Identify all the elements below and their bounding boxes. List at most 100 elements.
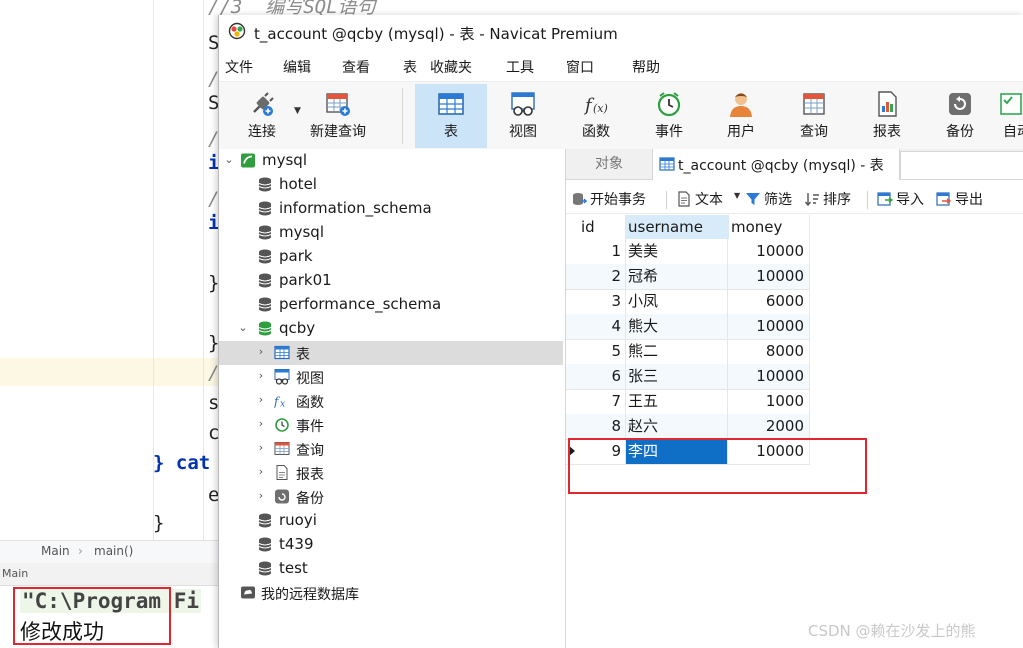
data-grid[interactable]: id username money 1 美美 10000 2 冠希 10000 3 小凤 600…	[566, 215, 1023, 648]
cell-money[interactable]: 8000	[729, 339, 804, 364]
tree-database-mysql[interactable]: mysql	[219, 221, 563, 245]
breadcrumb-method[interactable]: main()	[94, 544, 133, 558]
breadcrumb-class[interactable]: Main	[41, 544, 70, 558]
view-button[interactable]: 视图	[492, 84, 554, 148]
tree-node-views[interactable]: › 视图	[219, 365, 563, 389]
cell-username[interactable]: 熊二	[626, 339, 727, 364]
tree-database-performance-schema[interactable]: performance_schema	[219, 293, 563, 317]
tree-database-park01[interactable]: park01	[219, 269, 563, 293]
view-icon	[274, 369, 290, 385]
cell-id[interactable]: 5	[581, 339, 621, 364]
cell-username[interactable]: 张三	[626, 364, 727, 389]
menu-edit[interactable]: 编辑	[283, 57, 311, 77]
table-row[interactable]: 8 赵六 2000	[566, 414, 810, 440]
cell-id[interactable]: 8	[581, 414, 621, 439]
expand-arrow-icon[interactable]: ›	[255, 489, 267, 503]
tree-connection-mysql[interactable]: ⌄ mysql	[219, 149, 563, 173]
menu-file[interactable]: 文件	[225, 57, 253, 77]
cell-money[interactable]: 10000	[729, 239, 804, 264]
expand-arrow-icon[interactable]: ›	[255, 369, 267, 383]
cell-username[interactable]: 熊大	[626, 314, 727, 339]
cell-id[interactable]: 1	[581, 239, 621, 264]
expand-arrow-icon[interactable]: ›	[255, 345, 267, 359]
user-button[interactable]: 用户	[710, 84, 772, 148]
table-row[interactable]: 5 熊二 8000	[566, 339, 810, 365]
tree-node-backups[interactable]: › 备份	[219, 485, 563, 509]
table-button[interactable]: 表	[415, 84, 487, 148]
cell-money[interactable]: 6000	[729, 289, 804, 314]
tree-remote-databases[interactable]: 我的远程数据库	[219, 581, 563, 605]
tree-node-tables[interactable]: › 表	[219, 341, 563, 365]
column-header-money[interactable]: money	[729, 215, 811, 239]
tree-node-reports[interactable]: › 报表	[219, 461, 563, 485]
database-icon	[258, 513, 272, 528]
tree-label: 我的远程数据库	[261, 587, 359, 603]
column-header-id[interactable]: id	[581, 215, 625, 239]
collapse-arrow-icon[interactable]: ⌄	[223, 153, 235, 167]
tree-database-t439[interactable]: t439	[219, 533, 563, 557]
tree-node-functions[interactable]: › f x 函数	[219, 389, 563, 413]
cell-username[interactable]: 美美	[626, 239, 727, 264]
tree-database-hotel[interactable]: hotel	[219, 173, 563, 197]
query-button[interactable]: 查询	[783, 84, 845, 148]
tree-database-ruoyi[interactable]: ruoyi	[219, 509, 563, 533]
function-icon: fx	[274, 395, 285, 410]
expand-arrow-icon[interactable]: ›	[255, 465, 267, 479]
automation-button[interactable]: 自动	[995, 84, 1023, 148]
tree-database-information-schema[interactable]: information_schema	[219, 197, 563, 221]
tree-database-park[interactable]: park	[219, 245, 563, 269]
table-row[interactable]: 1 美美 10000	[566, 239, 810, 265]
column-header-username[interactable]: username	[626, 215, 729, 239]
menu-favorites[interactable]: 收藏夹	[430, 57, 472, 77]
cell-id[interactable]: 6	[581, 364, 621, 389]
tree-node-events[interactable]: › 事件	[219, 413, 563, 437]
view-icon	[511, 92, 535, 116]
cell-username[interactable]: 小凤	[626, 289, 727, 314]
expand-arrow-icon[interactable]: ›	[255, 393, 267, 407]
table-row[interactable]: 7 王五 1000	[566, 389, 810, 415]
event-button[interactable]: 事件	[638, 84, 700, 148]
menu-tools[interactable]: 工具	[506, 57, 534, 77]
run-tab-label[interactable]: Main	[2, 567, 28, 580]
connection-button[interactable]: 连接	[231, 84, 293, 148]
function-button[interactable]: f (x) 函数	[565, 84, 627, 148]
menu-help[interactable]: 帮助	[632, 57, 660, 77]
cell-id[interactable]: 3	[581, 289, 621, 314]
cell-username[interactable]: 王五	[626, 389, 727, 414]
tab-table-data[interactable]: t_account @qcby (mysql) - 表	[652, 149, 900, 180]
tree-node-queries[interactable]: › 查询	[219, 437, 563, 461]
table-row[interactable]: 6 张三 10000	[566, 364, 810, 390]
tree-database-test[interactable]: test	[219, 557, 563, 581]
cell-username[interactable]: 冠希	[626, 264, 727, 289]
tree-label: 备份	[296, 491, 324, 507]
cell-username[interactable]: 赵六	[626, 414, 727, 439]
dropdown-caret-icon[interactable]: ▼	[734, 191, 740, 200]
table-row[interactable]: 2 冠希 10000	[566, 264, 810, 290]
menu-window[interactable]: 窗口	[566, 57, 594, 77]
table-row[interactable]: 3 小凤 6000	[566, 289, 810, 315]
object-tree[interactable]: ⌄ mysql hotel information_schema mysql park…	[219, 149, 566, 648]
cell-id[interactable]: 4	[581, 314, 621, 339]
cell-money[interactable]: 1000	[729, 389, 804, 414]
cell-money[interactable]: 10000	[729, 314, 804, 339]
new-query-button[interactable]: 新建查询	[307, 84, 369, 148]
table-row[interactable]: 4 熊大 10000	[566, 314, 810, 340]
menu-view[interactable]: 查看	[342, 57, 370, 77]
cell-id[interactable]: 7	[581, 389, 621, 414]
cell-money[interactable]: 10000	[729, 364, 804, 389]
connection-dropdown-icon[interactable]: ▼	[294, 106, 301, 116]
expand-arrow-icon[interactable]: ›	[255, 441, 267, 455]
cell-money[interactable]: 2000	[729, 414, 804, 439]
collapse-arrow-icon[interactable]: ⌄	[237, 321, 249, 335]
expand-arrow-icon[interactable]: ›	[255, 417, 267, 431]
tree-label: 查询	[296, 443, 324, 459]
menu-table[interactable]: 表	[403, 57, 417, 77]
backup-button[interactable]: 备份	[929, 84, 991, 148]
report-button[interactable]: 报表	[856, 84, 918, 148]
cell-id[interactable]: 2	[581, 264, 621, 289]
tree-database-qcby[interactable]: ⌄ qcby	[219, 317, 563, 341]
tree-label: 事件	[296, 419, 324, 435]
tab-objects[interactable]: 对象	[566, 149, 652, 179]
database-icon	[258, 249, 272, 264]
cell-money[interactable]: 10000	[729, 264, 804, 289]
